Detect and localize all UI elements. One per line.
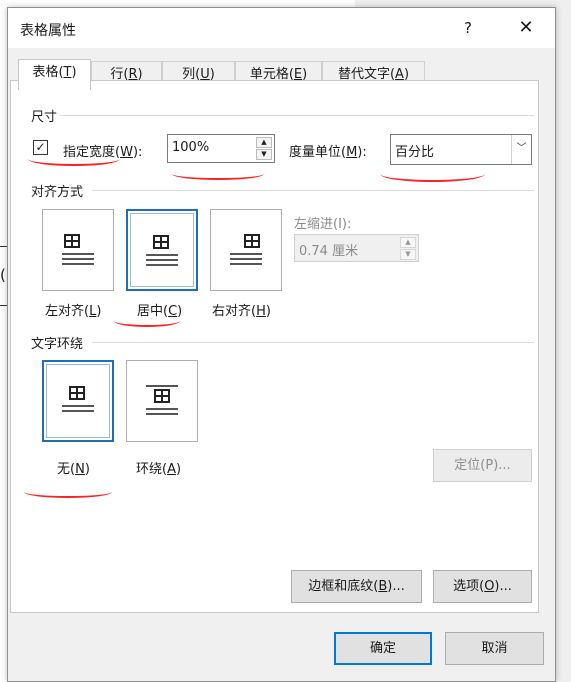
table-center-icon — [153, 235, 169, 249]
title-bar: 表格属性 ? ✕ — [8, 8, 555, 48]
left-indent-value: 0.74 厘米 — [299, 244, 359, 259]
annotation-mark — [24, 486, 112, 498]
measure-unit-select[interactable]: 百分比 ﹀ — [390, 134, 532, 165]
group-divider — [60, 115, 534, 116]
wrap-around-option[interactable] — [126, 360, 198, 442]
borders-shading-button[interactable]: 边框和底纹(B)... — [291, 570, 422, 603]
positioning-button[interactable]: 定位(P)... — [433, 449, 532, 482]
annotation-mark — [172, 168, 264, 180]
annotation-mark — [114, 315, 180, 327]
width-value[interactable]: 100% — [172, 140, 209, 155]
width-spinner[interactable]: 100% ▲ ▼ — [167, 134, 275, 163]
wrapping-group-label: 文字环绕 — [31, 337, 84, 352]
annotation-mark — [380, 166, 485, 182]
table-left-icon — [64, 234, 80, 248]
wrap-around-label[interactable]: 环绕(A) — [136, 458, 181, 477]
group-divider — [92, 342, 534, 343]
align-left-option[interactable] — [42, 209, 114, 291]
spin-up-icon[interactable]: ▲ — [256, 137, 272, 148]
size-group-label: 尺寸 — [31, 110, 58, 125]
alignment-group-label: 对齐方式 — [31, 185, 84, 200]
cancel-button[interactable]: 取消 — [445, 632, 544, 665]
align-left-label[interactable]: 左对齐(L) — [45, 300, 101, 319]
align-center-option[interactable] — [126, 209, 198, 291]
group-divider — [92, 190, 534, 191]
close-button[interactable]: ✕ — [506, 13, 546, 43]
options-button[interactable]: 选项(O)... — [433, 570, 532, 603]
annotation-mark — [28, 152, 120, 166]
left-indent-spinner: 0.74 厘米 ▲ ▼ — [294, 234, 419, 262]
left-indent-label: 左缩进(I): — [294, 217, 352, 232]
tab-table[interactable]: 表格(T) — [18, 59, 91, 90]
table-no-wrap-icon — [69, 386, 85, 400]
dialog-title: 表格属性 — [20, 23, 76, 39]
spin-up-icon: ▲ — [400, 237, 416, 248]
spin-down-icon[interactable]: ▼ — [256, 149, 272, 160]
wrap-none-option[interactable] — [42, 360, 114, 442]
table-wrap-icon — [154, 389, 170, 403]
align-right-label[interactable]: 右对齐(H) — [212, 300, 271, 319]
help-button[interactable]: ? — [448, 13, 488, 43]
table-right-icon — [244, 234, 260, 248]
ok-button[interactable]: 确定 — [334, 632, 432, 665]
align-right-option[interactable] — [210, 209, 282, 291]
measure-unit-label: 度量单位(M): — [289, 145, 367, 160]
wrap-none-label[interactable]: 无(N) — [57, 458, 90, 477]
chevron-down-icon[interactable]: ﹀ — [511, 135, 531, 164]
spin-down-icon: ▼ — [400, 249, 416, 260]
